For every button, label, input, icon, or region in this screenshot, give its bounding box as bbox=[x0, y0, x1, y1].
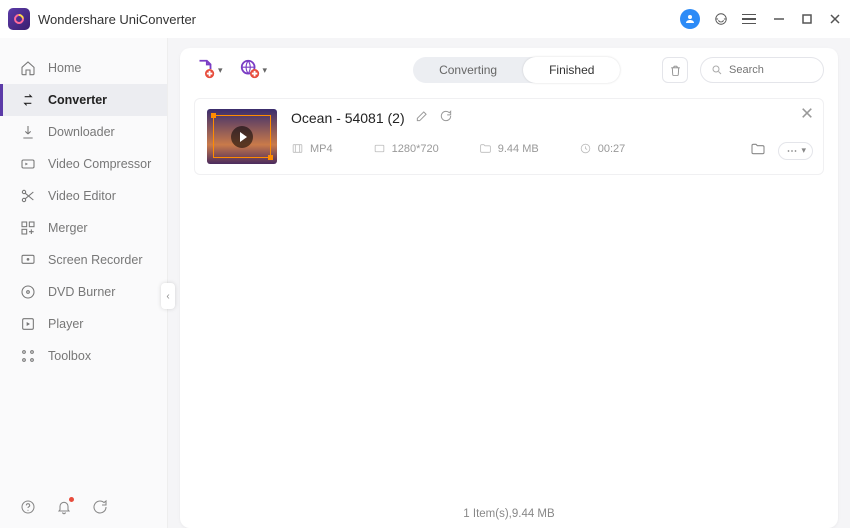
search-input[interactable] bbox=[729, 64, 809, 76]
close-button[interactable] bbox=[828, 12, 842, 26]
clock-icon bbox=[579, 142, 592, 155]
sidebar-item-label: DVD Burner bbox=[48, 285, 115, 299]
more-actions-button[interactable]: ▾ bbox=[778, 142, 813, 160]
sidebar-item-label: Video Editor bbox=[48, 189, 116, 203]
home-icon bbox=[20, 60, 36, 76]
chevron-down-icon: ▾ bbox=[801, 145, 806, 156]
chevron-down-icon: ▾ bbox=[263, 65, 268, 76]
video-thumbnail[interactable] bbox=[207, 109, 277, 164]
add-file-button[interactable]: ▾ bbox=[194, 58, 223, 83]
app-title: Wondershare UniConverter bbox=[38, 12, 680, 27]
file-list: Ocean - 54081 (2) MP4 1280*720 bbox=[180, 92, 838, 500]
search-icon bbox=[711, 64, 723, 76]
more-icon bbox=[785, 144, 799, 158]
sidebar-item-label: Player bbox=[48, 317, 83, 331]
minimize-button[interactable] bbox=[772, 12, 786, 26]
sidebar-item-dvd[interactable]: DVD Burner bbox=[0, 276, 167, 308]
sidebar: Home Converter Downloader Video Compress… bbox=[0, 38, 168, 528]
sidebar-item-label: Toolbox bbox=[48, 349, 91, 363]
sidebar-item-merger[interactable]: Merger bbox=[0, 212, 167, 244]
sidebar-item-toolbox[interactable]: Toolbox bbox=[0, 340, 167, 372]
sidebar-item-home[interactable]: Home bbox=[0, 52, 167, 84]
play-icon bbox=[20, 316, 36, 332]
sidebar-item-label: Home bbox=[48, 61, 81, 75]
add-url-button[interactable]: ▾ bbox=[239, 58, 268, 83]
sidebar-item-label: Downloader bbox=[48, 125, 115, 139]
file-title: Ocean - 54081 (2) bbox=[291, 110, 405, 126]
edit-name-button[interactable] bbox=[415, 109, 429, 126]
sidebar-item-editor[interactable]: Video Editor bbox=[0, 180, 167, 212]
search-box[interactable] bbox=[700, 57, 824, 83]
support-icon[interactable] bbox=[714, 12, 728, 26]
sidebar-item-label: Video Compressor bbox=[48, 157, 151, 171]
menu-icon[interactable] bbox=[742, 14, 756, 25]
disc-icon bbox=[20, 284, 36, 300]
converter-icon bbox=[20, 92, 36, 108]
meta-size: 9.44 MB bbox=[479, 142, 539, 155]
scissors-icon bbox=[20, 188, 36, 204]
sidebar-item-recorder[interactable]: Screen Recorder bbox=[0, 244, 167, 276]
resolution-icon bbox=[373, 142, 386, 155]
folder-icon bbox=[479, 142, 492, 155]
sidebar-collapse-button[interactable]: ‹ bbox=[161, 283, 175, 309]
meta-duration: 00:27 bbox=[579, 142, 626, 155]
trash-icon bbox=[669, 64, 682, 77]
recorder-icon bbox=[20, 252, 36, 268]
chevron-down-icon: ▾ bbox=[218, 65, 223, 76]
open-folder-button[interactable] bbox=[750, 141, 766, 160]
status-bar: 1 Item(s),9.44 MB bbox=[180, 500, 838, 528]
merger-icon bbox=[20, 220, 36, 236]
sidebar-item-converter[interactable]: Converter bbox=[0, 84, 167, 116]
file-card: Ocean - 54081 (2) MP4 1280*720 bbox=[194, 98, 824, 175]
sidebar-item-player[interactable]: Player bbox=[0, 308, 167, 340]
meta-format: MP4 bbox=[291, 142, 333, 155]
tab-finished[interactable]: Finished bbox=[523, 57, 620, 83]
maximize-button[interactable] bbox=[800, 12, 814, 26]
remove-file-button[interactable] bbox=[801, 107, 813, 122]
refresh-button[interactable] bbox=[439, 109, 453, 126]
compressor-icon bbox=[20, 156, 36, 172]
play-icon bbox=[231, 126, 253, 148]
clear-list-button[interactable] bbox=[662, 57, 688, 83]
title-bar: Wondershare UniConverter bbox=[0, 0, 850, 38]
status-text: 1 Item(s),9.44 MB bbox=[463, 508, 554, 520]
app-logo bbox=[8, 8, 30, 30]
film-icon bbox=[291, 142, 304, 155]
close-icon bbox=[801, 107, 813, 119]
user-account-icon[interactable] bbox=[680, 9, 700, 29]
meta-resolution: 1280*720 bbox=[373, 142, 439, 155]
sidebar-item-label: Converter bbox=[48, 93, 107, 107]
help-icon[interactable] bbox=[20, 499, 36, 518]
sidebar-item-downloader[interactable]: Downloader bbox=[0, 116, 167, 148]
add-file-icon bbox=[194, 58, 216, 83]
sidebar-item-label: Screen Recorder bbox=[48, 253, 143, 267]
tabs: Converting Finished bbox=[413, 57, 620, 83]
notification-icon[interactable] bbox=[56, 499, 72, 518]
add-url-icon bbox=[239, 58, 261, 83]
sidebar-item-label: Merger bbox=[48, 221, 88, 235]
main-area: ▾ ▾ Converting Finished bbox=[168, 38, 850, 528]
sidebar-item-compressor[interactable]: Video Compressor bbox=[0, 148, 167, 180]
feedback-icon[interactable] bbox=[92, 499, 108, 518]
toolbar: ▾ ▾ Converting Finished bbox=[180, 48, 838, 92]
tab-converting[interactable]: Converting bbox=[413, 57, 523, 83]
download-icon bbox=[20, 124, 36, 140]
folder-icon bbox=[750, 141, 766, 157]
toolbox-icon bbox=[20, 348, 36, 364]
